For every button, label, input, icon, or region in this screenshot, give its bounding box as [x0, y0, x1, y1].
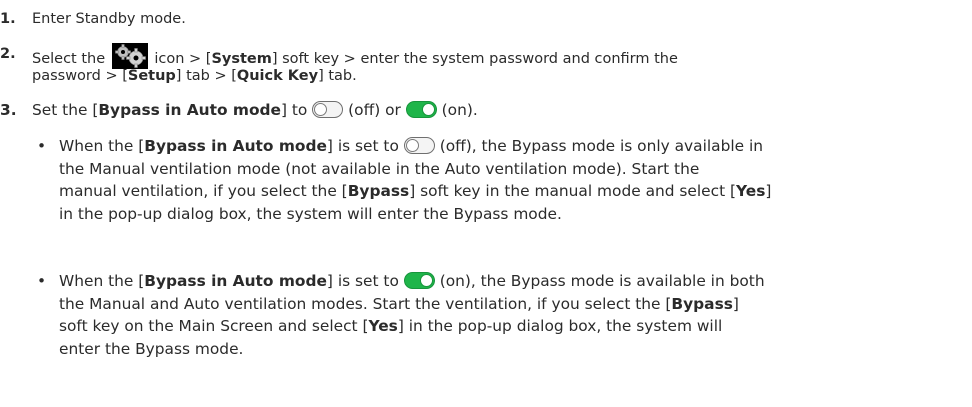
toggle-on-icon [405, 101, 437, 118]
bold-run: Bypass [671, 294, 733, 313]
text-run: ] [765, 182, 772, 201]
text-run: ] is set to [326, 137, 399, 155]
text-run: When the [ [59, 137, 145, 155]
text-run: the Manual and Auto ventilation modes. S… [59, 294, 672, 313]
toggle-knob [314, 102, 328, 116]
text-run: ] [732, 294, 739, 313]
step-text: Set the [Bypass in Auto mode] to (off) o… [32, 99, 957, 121]
bullet-line: in the pop-up dialog box, the system wil… [59, 204, 562, 223]
bullet-line: When the [Bypass in Auto mode] is set to… [59, 135, 969, 158]
step-number: 1. [0, 11, 16, 27]
text-run: ] tab. [318, 68, 357, 84]
bold-run: Quick Key [236, 68, 319, 84]
text-run: (off), the Bypass mode is only available… [439, 137, 764, 155]
toggle-knob [419, 273, 433, 287]
bold-run: Bypass [347, 182, 410, 201]
text-run: soft key on the Main Screen and select [ [59, 317, 369, 336]
text-run: (on). [441, 101, 478, 119]
text-run: ] is set to [326, 272, 399, 290]
text-run: ] tab > [ [175, 68, 237, 84]
toggle-knob [405, 138, 419, 152]
text-run: ] to [281, 101, 308, 119]
bullet-line: soft key on the Main Screen and select [… [59, 315, 969, 338]
bullet-line: the Manual and Auto ventilation modes. S… [59, 293, 969, 316]
toggle-knob [421, 102, 435, 116]
bold-run: Setup [127, 68, 176, 84]
step-text: Select the icon > [System] soft key > en… [32, 43, 957, 87]
instruction-document: 1. Enter Standby mode. 2. Select the ico… [0, 0, 972, 407]
bullet-line: enter the Bypass mode. [59, 339, 244, 358]
bullet-line: the Manual ventilation mode (not availab… [59, 159, 700, 178]
bold-run: Bypass in Auto mode [144, 137, 327, 155]
bold-run: Yes [368, 317, 398, 336]
step-number: 2. [0, 46, 16, 62]
text-run: (on), the Bypass mode is available in bo… [439, 272, 765, 290]
bullet-text: When the [Bypass in Auto mode] is set to… [59, 270, 969, 360]
gears-icon [111, 43, 148, 69]
step-line: Select the icon > [System] soft key > en… [32, 43, 957, 69]
bold-run: Bypass in Auto mode [144, 272, 327, 290]
toggle-off-icon [312, 101, 344, 118]
text-run: When the [ [59, 272, 145, 290]
bullet-line: manual ventilation, if you select the [B… [59, 180, 969, 203]
toggle-on-icon [403, 272, 435, 289]
text-run: ] soft key in the manual mode and select… [409, 182, 737, 201]
bullet-marker: • [37, 137, 47, 155]
text-run: Set the [ [32, 101, 99, 119]
step-number: 3. [0, 101, 17, 119]
bullet-line: When the [Bypass in Auto mode] is set to… [59, 270, 969, 293]
bold-run: Bypass in Auto mode [98, 101, 281, 119]
step-line: password > [Setup] tab > [Quick Key] tab… [32, 65, 957, 87]
bold-run: Yes [736, 182, 766, 201]
bullet-marker: • [37, 272, 47, 290]
text-run: (off) or [348, 101, 401, 119]
text-run: ] in the pop-up dialog box, the system w… [397, 317, 723, 336]
step-text: Enter Standby mode. [32, 11, 186, 27]
toggle-off-icon [403, 137, 435, 154]
bullet-text: When the [Bypass in Auto mode] is set to… [59, 135, 969, 225]
text-run: manual ventilation, if you select the [ [59, 182, 348, 201]
text-run: password > [ [32, 68, 128, 84]
